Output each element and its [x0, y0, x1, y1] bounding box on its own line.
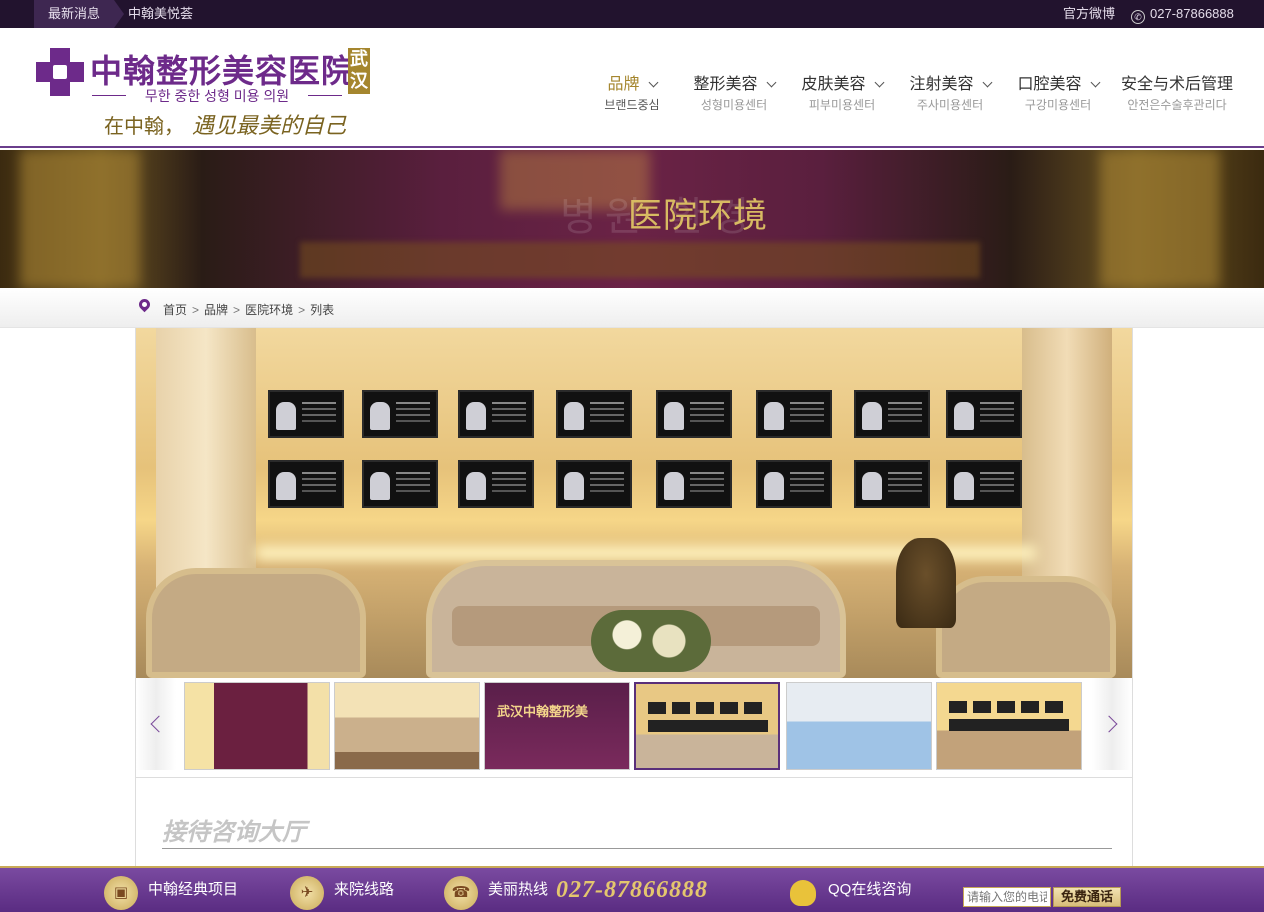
- site-logo[interactable]: 中翰整形美容医院 武汉 무한 중한 성형 미용 의원 在中翰， 遇见最美的自己: [36, 46, 376, 146]
- doctor-screen: [656, 460, 732, 508]
- logo-city-badge: 武汉: [348, 48, 370, 94]
- doctor-screen: [756, 460, 832, 508]
- chevron-down-icon: [874, 77, 884, 88]
- doctor-screen: [854, 390, 930, 438]
- prev-arrow-button[interactable]: [136, 678, 176, 770]
- weibo-link[interactable]: 官方微博: [1063, 0, 1115, 28]
- section-divider: [162, 848, 1112, 849]
- doctor-screen: [556, 390, 632, 438]
- slogan-text: 在中翰，: [104, 116, 184, 138]
- armchair-right: [936, 576, 1116, 678]
- plane-icon: ✈: [290, 876, 324, 910]
- top-phone-number: 027-87866888: [1150, 6, 1234, 21]
- nav-item-brand[interactable]: 品牌 브랜드중심: [593, 70, 671, 112]
- nav-item-skin-beauty[interactable]: 皮肤美容 피부미용센터: [796, 70, 888, 112]
- nav-label: 注射美容: [909, 76, 974, 93]
- top-bar: 最新消息 中翰美悦荟 官方微博 ✆ 027-87866888: [0, 0, 1264, 28]
- chevron-down-icon: [1090, 77, 1100, 88]
- thumbnail[interactable]: [936, 682, 1082, 770]
- thumbnail-strip: 武汉中翰整形美: [136, 678, 1132, 778]
- breadcrumb-brand[interactable]: 品牌: [204, 303, 228, 317]
- page-banner: 병원 환경 医院环境: [0, 150, 1264, 288]
- hospital-cross-icon: [36, 48, 84, 96]
- armchair-left: [146, 568, 366, 678]
- qq-penguin-icon: [790, 880, 816, 906]
- classic-projects-link[interactable]: 中翰经典项目: [148, 868, 238, 912]
- doctor-screen: [458, 460, 534, 508]
- chevron-right-icon: [1100, 715, 1118, 733]
- doctor-screen: [458, 390, 534, 438]
- nav-label: 安全与术后管理: [1120, 76, 1233, 93]
- nav-sublabel: 구강미용센터: [1024, 98, 1092, 112]
- doctor-screen: [946, 460, 1022, 508]
- thumbnail-caption: 武汉中翰整形美: [497, 704, 589, 719]
- logo-korean-subtitle: 무한 중한 성형 미용 의원: [92, 86, 342, 106]
- slogan-script: 遇见最美的自己: [192, 113, 347, 138]
- route-link[interactable]: 来院线路: [334, 868, 394, 912]
- qq-consult-link[interactable]: QQ在线咨询: [828, 868, 911, 912]
- thumbnail[interactable]: [334, 682, 480, 770]
- doctor-screen: [656, 390, 732, 438]
- breadcrumb: 首页 > 品牌 > 医院环境 > 列表: [163, 303, 335, 317]
- nav-label: 口腔美容: [1017, 76, 1082, 93]
- phone-number-input[interactable]: [963, 887, 1051, 907]
- nav-sublabel: 피부미용센터: [808, 98, 876, 112]
- photo-gallery: 武汉中翰整形美 接待咨询大厅: [135, 328, 1133, 868]
- telephone-icon: ☎: [444, 876, 478, 910]
- section-title: 接待咨询大厅: [162, 820, 306, 846]
- nav-sublabel: 성형미용센터: [700, 98, 768, 112]
- thumbnail[interactable]: [786, 682, 932, 770]
- nav-sublabel: 주사미용센터: [916, 98, 984, 112]
- main-photo: [136, 328, 1132, 678]
- nav-label: 皮肤美容: [801, 76, 866, 93]
- news-label: 最新消息: [34, 0, 125, 28]
- next-arrow-button[interactable]: [1092, 678, 1132, 770]
- free-call-button[interactable]: 免费通话: [1053, 887, 1121, 907]
- doctor-screen: [362, 460, 438, 508]
- doctor-screen: [362, 390, 438, 438]
- banner-title: 医院环境: [628, 198, 768, 235]
- doctor-screen: [268, 390, 344, 438]
- nav-sublabel: 안전은수술후관리다: [1127, 98, 1227, 112]
- nav-item-injection-beauty[interactable]: 注射美容 주사미용센터: [904, 70, 996, 112]
- bottom-contact-bar: ▣ 中翰经典项目 ✈ 来院线路 ☎ 美丽热线 027-87866888 QQ在线…: [0, 866, 1264, 912]
- thumbnail-active[interactable]: [634, 682, 780, 770]
- chevron-down-icon: [648, 77, 658, 88]
- chevron-down-icon: [766, 77, 776, 88]
- nav-item-oral-beauty[interactable]: 口腔美容 구강미용센터: [1012, 70, 1104, 112]
- package-icon: ▣: [104, 876, 138, 910]
- breadcrumb-bar: 首页 > 品牌 > 医院环境 > 列表: [0, 288, 1264, 328]
- breadcrumb-current: 列表: [310, 303, 335, 317]
- chevron-left-icon: [150, 715, 168, 733]
- breadcrumb-environment[interactable]: 医院环境: [245, 303, 293, 317]
- doctor-screen: [756, 390, 832, 438]
- nav-item-plastic-surgery[interactable]: 整形美容 성형미용센터: [688, 70, 780, 112]
- thumbnail[interactable]: [184, 682, 330, 770]
- hotline-number: 027-87866888: [556, 877, 708, 903]
- doctor-screen: [854, 460, 930, 508]
- site-header: 中翰整形美容医院 武汉 무한 중한 성형 미용 의원 在中翰， 遇见最美的自己 品…: [0, 28, 1264, 148]
- nav-item-safety-aftercare[interactable]: 安全与术后管理 안전은수술후관리다: [1118, 70, 1236, 112]
- doctor-screen: [268, 460, 344, 508]
- doctor-screen: [946, 390, 1022, 438]
- news-ticker-item[interactable]: 中翰美悦荟: [128, 0, 193, 28]
- location-pin-icon: [136, 296, 153, 313]
- nav-sublabel: 브랜드중심: [604, 98, 660, 112]
- sculpture: [896, 538, 956, 628]
- nav-label: 整形美容: [693, 76, 758, 93]
- hotline-label: 美丽热线: [488, 881, 549, 898]
- flower-arrangement: [591, 610, 711, 672]
- breadcrumb-home[interactable]: 首页: [163, 303, 187, 317]
- chevron-down-icon: [982, 77, 992, 88]
- doctor-screen: [556, 460, 632, 508]
- logo-slogan: 在中翰， 遇见最美的自己: [104, 108, 346, 140]
- phone-icon: ✆: [1131, 10, 1145, 24]
- top-phone: ✆ 027-87866888: [1131, 0, 1234, 28]
- thumbnail[interactable]: 武汉中翰整形美: [484, 682, 630, 770]
- nav-label: 品牌: [607, 76, 640, 93]
